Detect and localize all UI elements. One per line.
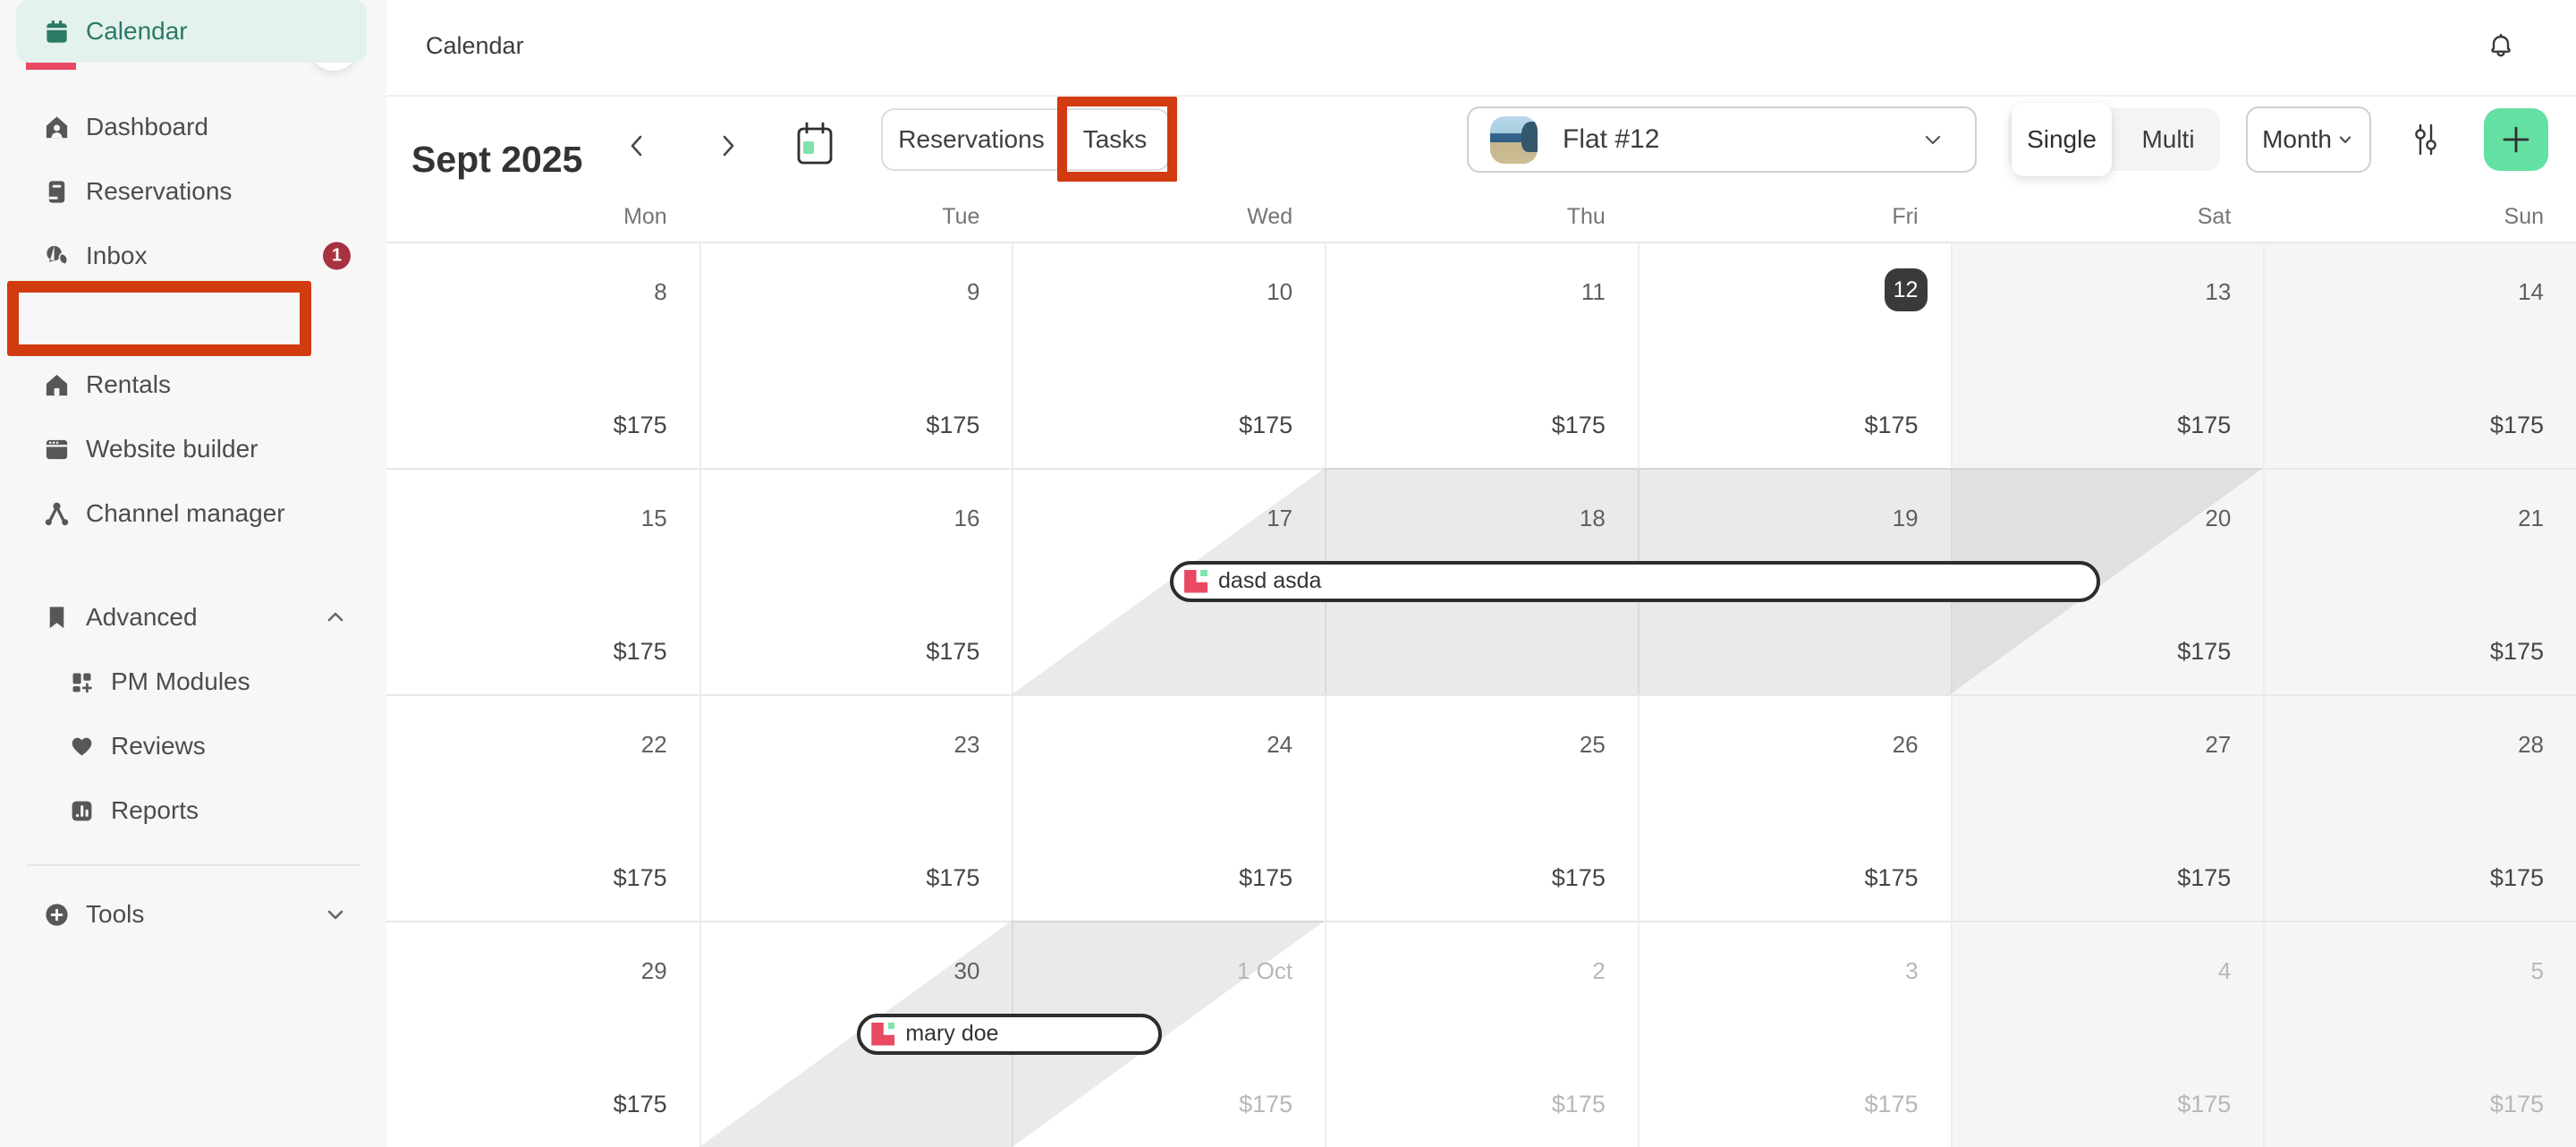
chevron-right-icon <box>712 131 742 161</box>
sidebar-item-inbox[interactable]: Inbox 1 <box>0 224 386 288</box>
weekday-label: Thu <box>1325 191 1638 242</box>
sidebar-section-label: Advanced <box>86 603 198 632</box>
reservation-pill[interactable]: mary doe <box>857 1014 1162 1055</box>
filter-sliders-icon <box>2406 120 2445 159</box>
reservation-pill[interactable]: dasd asda <box>1170 561 2100 602</box>
inbox-unread-badge: 1 <box>323 242 351 270</box>
bar-chart-icon <box>68 797 96 825</box>
breadcrumb: Calendar <box>426 32 524 60</box>
sidebar-item-rentals[interactable]: Rentals <box>0 353 386 417</box>
top-bar: Calendar <box>386 0 2576 97</box>
chevron-up-icon <box>324 606 347 629</box>
tab-reservations[interactable]: Reservations <box>883 110 1060 169</box>
sidebar-item-label: Website builder <box>86 435 258 463</box>
next-month-button[interactable] <box>707 125 748 166</box>
date-picker-icon <box>792 120 837 170</box>
sidebar-item-pm-modules[interactable]: PM Modules <box>0 650 386 714</box>
month-title: Sept 2025 <box>411 140 582 179</box>
website-browser-icon <box>43 436 71 463</box>
property-selector-dropdown[interactable]: Flat #12 <box>1467 106 1977 173</box>
weekday-label: Wed <box>1012 191 1325 242</box>
weekday-label: Sat <box>1951 191 2264 242</box>
channel-share-icon <box>43 500 71 528</box>
sidebar-item-website-builder[interactable]: Website builder <box>0 417 386 481</box>
sidebar-item-label: Calendar <box>86 17 188 46</box>
property-name: Flat #12 <box>1563 124 1896 155</box>
property-photo-thumbnail <box>1490 116 1538 164</box>
sidebar-item-label: Reviews <box>111 732 206 760</box>
previous-month-button[interactable] <box>617 125 658 166</box>
sidebar-item-label: Reports <box>111 796 199 825</box>
rentals-house-icon <box>43 371 71 399</box>
weekday-label: Tue <box>699 191 1013 242</box>
calendar-icon <box>43 18 71 46</box>
home-icon <box>43 114 71 141</box>
pm-modules-grid-icon <box>68 668 96 696</box>
annotation-rect-tasks <box>1057 97 1177 182</box>
plus-circle-icon <box>43 901 71 929</box>
chevron-down-icon <box>1921 128 1945 151</box>
reservations-book-icon <box>43 178 71 206</box>
toggle-multi[interactable]: Multi <box>2121 108 2216 171</box>
single-multi-toggle: Single Multi <box>2008 108 2220 171</box>
toggle-single[interactable]: Single <box>2012 103 2112 176</box>
date-picker-button[interactable] <box>792 120 837 170</box>
sidebar-section-advanced[interactable]: Advanced <box>0 585 386 650</box>
range-selector-dropdown[interactable]: Month <box>2246 106 2371 173</box>
weekday-label: Mon <box>386 191 699 242</box>
sidebar-section-label: Tools <box>86 900 144 929</box>
chevron-left-icon <box>623 131 653 161</box>
lodgify-app: LODGIFY Dashboard Reservations Inbox <box>0 0 2576 1147</box>
weekday-header: Mon Tue Wed Thu Fri Sat Sun <box>386 191 2576 242</box>
sidebar-item-reports[interactable]: Reports <box>0 778 386 843</box>
sidebar-item-label: Reservations <box>86 177 232 206</box>
plus-icon <box>2499 123 2533 157</box>
add-reservation-button[interactable] <box>2484 108 2548 171</box>
chevron-down-icon <box>2335 130 2355 149</box>
notifications-bell-icon[interactable] <box>2485 30 2517 63</box>
sidebar-item-calendar[interactable]: Calendar <box>16 0 367 63</box>
sidebar-item-reservations[interactable]: Reservations <box>0 159 386 224</box>
lodgify-guest-icon <box>1184 570 1208 593</box>
sidebar-item-reviews[interactable]: Reviews <box>0 714 386 778</box>
chevron-down-icon <box>324 903 347 926</box>
annotation-rect-calendar <box>7 281 311 356</box>
sidebar: LODGIFY Dashboard Reservations Inbox <box>0 0 387 1147</box>
filters-button[interactable] <box>2401 115 2451 165</box>
sidebar-item-dashboard[interactable]: Dashboard <box>0 95 386 159</box>
sidebar-item-label: Inbox <box>86 242 148 270</box>
bookmark-icon <box>43 604 71 632</box>
heart-icon <box>68 733 96 760</box>
sidebar-item-label: Dashboard <box>86 113 208 141</box>
sidebar-item-label: PM Modules <box>111 667 250 696</box>
reservation-guest-name: dasd asda <box>1218 568 1321 594</box>
event-layer: dasd asda mary doe <box>386 242 2576 1147</box>
inbox-chat-icon <box>43 242 71 270</box>
weekday-label: Fri <box>1638 191 1951 242</box>
sidebar-section-tools[interactable]: Tools <box>0 882 386 947</box>
sidebar-item-label: Channel manager <box>86 499 285 528</box>
sidebar-item-label: Rentals <box>86 370 171 399</box>
lodgify-guest-icon <box>871 1023 894 1046</box>
sidebar-item-channel-manager[interactable]: Channel manager <box>0 481 386 546</box>
sidebar-divider <box>27 864 360 866</box>
weekday-label: Sun <box>2263 191 2576 242</box>
range-selector-value: Month <box>2262 125 2332 154</box>
reservation-guest-name: mary doe <box>905 1021 998 1047</box>
